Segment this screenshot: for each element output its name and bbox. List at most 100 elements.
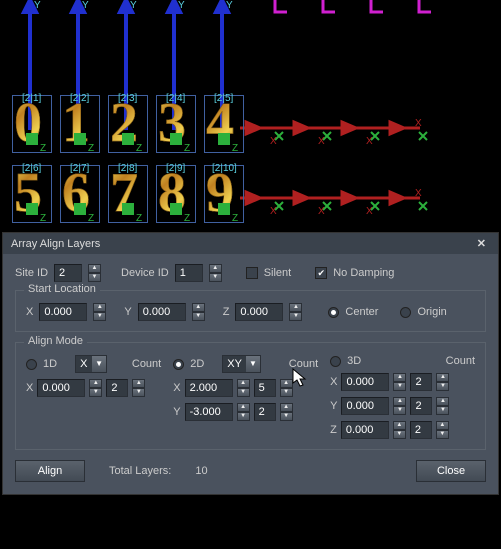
z-axis-label: Z bbox=[184, 213, 190, 224]
chevron-down-icon[interactable]: ▼ bbox=[246, 356, 260, 372]
close-button[interactable]: Close bbox=[416, 460, 486, 482]
mode-3d-x-label: X bbox=[330, 376, 337, 388]
mode-2d-y-input[interactable] bbox=[185, 403, 233, 421]
svg-text:X: X bbox=[318, 136, 325, 147]
origin-radio[interactable] bbox=[400, 307, 411, 318]
start-x-label: X bbox=[26, 306, 33, 318]
z-axis-label: Z bbox=[136, 143, 142, 154]
center-radio[interactable] bbox=[328, 307, 339, 318]
total-layers-value: 10 bbox=[195, 465, 207, 477]
svg-text:X: X bbox=[366, 206, 373, 217]
mode-3d-x-input[interactable] bbox=[341, 373, 389, 391]
svg-text:X: X bbox=[415, 188, 422, 199]
layer-origin-handle[interactable] bbox=[218, 133, 230, 145]
start-y-label: Y bbox=[124, 306, 131, 318]
z-axis-label: Z bbox=[40, 213, 46, 224]
svg-text:X: X bbox=[415, 118, 422, 129]
count-label-1d: Count bbox=[132, 358, 161, 370]
z-axis-label: Z bbox=[88, 143, 94, 154]
svg-text:X: X bbox=[318, 206, 325, 217]
mode-1d-count-input[interactable] bbox=[106, 379, 128, 397]
svg-text:Y: Y bbox=[178, 0, 185, 11]
align-button[interactable]: Align bbox=[15, 460, 85, 482]
layer-id-label: [2|5] bbox=[214, 93, 233, 104]
mode-3d-ycount-input[interactable] bbox=[410, 397, 432, 415]
mode-1d-x-spinner[interactable]: ▲▼ bbox=[89, 379, 102, 397]
close-icon[interactable]: ✕ bbox=[473, 237, 490, 250]
start-y-spinner[interactable]: ▲▼ bbox=[192, 303, 205, 321]
align-mode-title: Align Mode bbox=[24, 335, 87, 347]
layer-origin-handle[interactable] bbox=[26, 133, 38, 145]
layer-id-label: [2|9] bbox=[166, 163, 185, 174]
layer-id-label: [2|6] bbox=[22, 163, 41, 174]
layer-origin-handle[interactable] bbox=[26, 203, 38, 215]
site-id-input[interactable] bbox=[54, 264, 82, 282]
start-z-label: Z bbox=[223, 306, 230, 318]
layer-origin-handle[interactable] bbox=[74, 203, 86, 215]
start-z-spinner[interactable]: ▲▼ bbox=[289, 303, 302, 321]
chevron-down-icon[interactable]: ▼ bbox=[92, 356, 106, 372]
mode-3d-xcount-spinner[interactable]: ▲▼ bbox=[436, 373, 449, 391]
layer-origin-handle[interactable] bbox=[170, 133, 182, 145]
mode-3d-zcount-input[interactable] bbox=[410, 421, 432, 439]
mode-3d-z-input[interactable] bbox=[341, 421, 389, 439]
silent-checkbox[interactable] bbox=[246, 267, 258, 279]
layer-origin-handle[interactable] bbox=[74, 133, 86, 145]
mode-3d-y-spinner[interactable]: ▲▼ bbox=[393, 397, 406, 415]
align-mode-group: Align Mode 1D X ▼ Count bbox=[15, 342, 486, 450]
start-z-input[interactable] bbox=[235, 303, 283, 321]
dialog-title: Array Align Layers bbox=[11, 238, 100, 250]
mode-2d-x-spinner[interactable]: ▲▼ bbox=[237, 379, 250, 397]
mode-3d-xcount-input[interactable] bbox=[410, 373, 432, 391]
mode-3d-y-input[interactable] bbox=[341, 397, 389, 415]
start-x-spinner[interactable]: ▲▼ bbox=[93, 303, 106, 321]
site-id-spinner[interactable]: ▲▼ bbox=[88, 264, 101, 282]
mode-1d-radio[interactable] bbox=[26, 359, 37, 370]
no-damping-checkbox[interactable] bbox=[315, 267, 327, 279]
layer-origin-handle[interactable] bbox=[122, 133, 134, 145]
svg-text:X: X bbox=[270, 206, 277, 217]
layer-origin-handle[interactable] bbox=[170, 203, 182, 215]
device-id-input[interactable] bbox=[175, 264, 203, 282]
mode-2d-axes-combo[interactable]: XY ▼ bbox=[222, 355, 261, 373]
mode-3d-zcount-spinner[interactable]: ▲▼ bbox=[436, 421, 449, 439]
mode-3d-radio[interactable] bbox=[330, 356, 341, 367]
layer-origin-handle[interactable] bbox=[122, 203, 134, 215]
mode-1d-x-label: X bbox=[26, 382, 33, 394]
mode-2d-ycount-spinner[interactable]: ▲▼ bbox=[280, 403, 293, 421]
mode-1d-x-input[interactable] bbox=[37, 379, 85, 397]
z-axis-label: Z bbox=[40, 143, 46, 154]
mode-2d-xcount-spinner[interactable]: ▲▼ bbox=[280, 379, 293, 397]
mode-2d-radio[interactable] bbox=[173, 359, 184, 370]
svg-text:Y: Y bbox=[226, 0, 233, 11]
mode-3d-ycount-spinner[interactable]: ▲▼ bbox=[436, 397, 449, 415]
device-id-label: Device ID bbox=[121, 267, 169, 279]
svg-text:Y: Y bbox=[82, 0, 89, 11]
dialog-titlebar[interactable]: Array Align Layers ✕ bbox=[3, 233, 498, 254]
mode-3d-x-spinner[interactable]: ▲▼ bbox=[393, 373, 406, 391]
origin-label: Origin bbox=[417, 306, 446, 318]
mode-1d-axis-combo[interactable]: X ▼ bbox=[75, 355, 107, 373]
z-axis-label: Z bbox=[232, 143, 238, 154]
mode-2d-ycount-input[interactable] bbox=[254, 403, 276, 421]
mode-3d-z-spinner[interactable]: ▲▼ bbox=[393, 421, 406, 439]
total-layers-label: Total Layers: bbox=[109, 465, 171, 477]
mode-2d-y-spinner[interactable]: ▲▼ bbox=[237, 403, 250, 421]
mode-2d-xcount-input[interactable] bbox=[254, 379, 276, 397]
count-label-3d: Count bbox=[446, 355, 475, 367]
start-location-group: Start Location X ▲▼ Y ▲▼ Z ▲▼ Center Ori… bbox=[15, 290, 486, 332]
device-id-spinner[interactable]: ▲▼ bbox=[209, 264, 222, 282]
start-y-input[interactable] bbox=[138, 303, 186, 321]
start-x-input[interactable] bbox=[39, 303, 87, 321]
layer-origin-handle[interactable] bbox=[218, 203, 230, 215]
mode-3d-z-label: Z bbox=[330, 424, 337, 436]
site-id-label: Site ID bbox=[15, 267, 48, 279]
center-label: Center bbox=[345, 306, 378, 318]
svg-text:X: X bbox=[366, 136, 373, 147]
mode-2d-label: 2D bbox=[190, 358, 204, 370]
layer-id-label: [2|8] bbox=[118, 163, 137, 174]
mode-1d-count-spinner[interactable]: ▲▼ bbox=[132, 379, 145, 397]
mode-2d-x-input[interactable] bbox=[185, 379, 233, 397]
z-axis-label: Z bbox=[184, 143, 190, 154]
layer-id-label: [2|10] bbox=[212, 163, 237, 174]
